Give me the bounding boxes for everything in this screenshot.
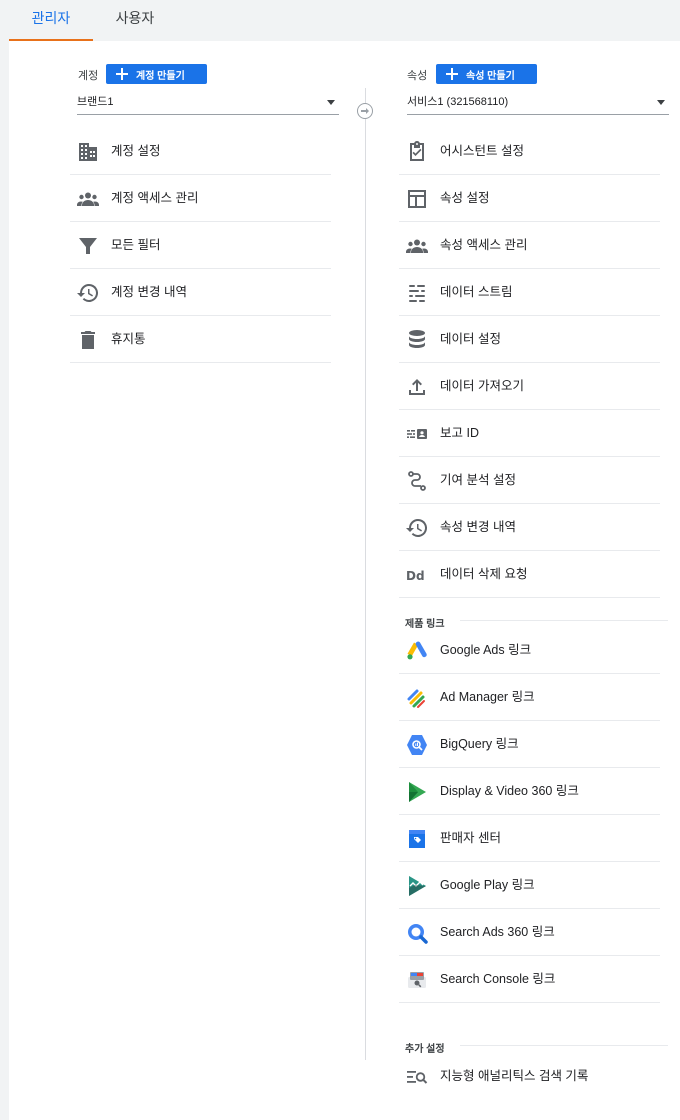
property-change-history-label: 속성 변경 내역 xyxy=(440,520,516,534)
merchant-center-link-label: 판매자 센터 xyxy=(440,831,501,845)
attribution-icon xyxy=(405,469,429,493)
search-history-label: 지능형 애널리틱스 검색 기록 xyxy=(440,1069,589,1083)
merchant-center-link-item[interactable]: 판매자 센터 xyxy=(399,815,660,862)
property-settings-label: 속성 설정 xyxy=(440,191,490,205)
streams-icon xyxy=(405,281,429,305)
display-video-360-icon xyxy=(405,780,429,804)
data-streams-item[interactable]: 데이터 스트림 xyxy=(399,269,660,316)
display-video-360-link-label: Display & Video 360 링크 xyxy=(440,784,579,798)
search-console-icon xyxy=(405,968,429,992)
account-column-label: 계정 xyxy=(78,70,99,82)
display-video-360-link-item[interactable]: Display & Video 360 링크 xyxy=(399,768,660,815)
search-ads-360-icon xyxy=(405,921,429,945)
data-settings-label: 데이터 설정 xyxy=(440,332,501,346)
reporting-id-item[interactable]: 보고 ID xyxy=(399,410,660,457)
tab-admin[interactable]: 관리자 xyxy=(9,0,93,41)
data-deletion-icon: Dd xyxy=(405,563,429,587)
bigquery-icon xyxy=(405,733,429,757)
google-play-icon xyxy=(405,874,429,898)
tab-user[interactable]: 사용자 xyxy=(93,0,177,41)
google-play-link-label: Google Play 링크 xyxy=(440,878,535,892)
merchant-center-icon xyxy=(405,827,429,851)
people-icon xyxy=(405,234,429,258)
create-property-label: 속성 만들기 xyxy=(466,70,515,82)
search-console-link-label: Search Console 링크 xyxy=(440,972,556,986)
google-ads-link-label: Google Ads 링크 xyxy=(440,643,532,657)
section-divider xyxy=(460,620,668,621)
attribution-settings-label: 기여 분석 설정 xyxy=(440,473,516,487)
account-access-item[interactable]: 계정 액세스 관리 xyxy=(70,175,331,222)
google-play-link-item[interactable]: Google Play 링크 xyxy=(399,862,660,909)
property-selected-value: 서비스1 (321568110) xyxy=(407,96,509,108)
dropdown-caret-icon xyxy=(327,100,335,105)
data-import-item[interactable]: 데이터 가져오기 xyxy=(399,363,660,410)
account-change-history-label: 계정 변경 내역 xyxy=(111,285,187,299)
search-history-item[interactable]: 지능형 애널리틱스 검색 기록 xyxy=(399,1053,660,1100)
upload-icon xyxy=(405,375,429,399)
create-account-button[interactable]: 계정 만들기 xyxy=(106,64,207,84)
account-settings-item[interactable]: 계정 설정 xyxy=(70,128,331,175)
ad-manager-link-item[interactable]: Ad Manager 링크 xyxy=(399,674,660,721)
data-streams-label: 데이터 스트림 xyxy=(440,285,513,299)
data-import-label: 데이터 가져오기 xyxy=(440,379,524,393)
account-selector[interactable]: 브랜드1 xyxy=(77,91,339,115)
all-filters-label: 모든 필터 xyxy=(111,238,161,252)
data-deletion-item[interactable]: Dd 데이터 삭제 요청 xyxy=(399,551,660,598)
search-console-link-item[interactable]: Search Console 링크 xyxy=(399,956,660,1003)
reporting-id-label: 보고 ID xyxy=(440,426,479,440)
assistant-settings-label: 어시스턴트 설정 xyxy=(440,144,524,158)
plus-icon xyxy=(446,68,458,80)
all-filters-item[interactable]: 모든 필터 xyxy=(70,222,331,269)
building-icon xyxy=(76,140,100,164)
property-access-item[interactable]: 속성 액세스 관리 xyxy=(399,222,660,269)
plus-icon xyxy=(116,68,128,80)
data-settings-item[interactable]: 데이터 설정 xyxy=(399,316,660,363)
account-settings-label: 계정 설정 xyxy=(111,144,161,158)
search-ads-360-link-item[interactable]: Search Ads 360 링크 xyxy=(399,909,660,956)
section-divider xyxy=(460,1045,668,1046)
attribution-settings-item[interactable]: 기여 분석 설정 xyxy=(399,457,660,504)
create-account-label: 계정 만들기 xyxy=(136,70,185,82)
history-icon xyxy=(76,281,100,305)
property-selector[interactable]: 서비스1 (321568110) xyxy=(407,91,669,115)
account-selected-value: 브랜드1 xyxy=(77,96,114,108)
ad-manager-icon xyxy=(405,686,429,710)
bigquery-link-label: BigQuery 링크 xyxy=(440,737,519,751)
trash-icon xyxy=(76,328,100,352)
arrow-right-icon xyxy=(357,103,373,119)
reporting-id-icon xyxy=(405,422,429,446)
create-property-button[interactable]: 속성 만들기 xyxy=(436,64,537,84)
layout-icon xyxy=(405,187,429,211)
people-icon xyxy=(76,187,100,211)
trash-label: 휴지통 xyxy=(111,332,146,346)
assistant-settings-item[interactable]: 어시스턴트 설정 xyxy=(399,128,660,175)
trash-item[interactable]: 휴지통 xyxy=(70,316,331,363)
property-column-label: 속성 xyxy=(407,70,428,82)
top-tabs: 관리자 사용자 xyxy=(0,0,680,41)
property-settings-item[interactable]: 속성 설정 xyxy=(399,175,660,222)
history-icon xyxy=(405,516,429,540)
search-ads-360-link-label: Search Ads 360 링크 xyxy=(440,925,555,939)
bigquery-link-item[interactable]: BigQuery 링크 xyxy=(399,721,660,768)
search-history-icon xyxy=(405,1065,429,1089)
google-ads-icon xyxy=(405,639,429,663)
account-change-history-item[interactable]: 계정 변경 내역 xyxy=(70,269,331,316)
database-icon xyxy=(405,328,429,352)
dropdown-caret-icon xyxy=(657,100,665,105)
google-ads-link-item[interactable]: Google Ads 링크 xyxy=(399,627,660,674)
column-divider xyxy=(365,88,366,1060)
data-deletion-label: 데이터 삭제 요청 xyxy=(440,567,528,581)
property-change-history-item[interactable]: 속성 변경 내역 xyxy=(399,504,660,551)
property-access-label: 속성 액세스 관리 xyxy=(440,238,528,252)
svg-text:Dd: Dd xyxy=(406,569,425,583)
account-access-label: 계정 액세스 관리 xyxy=(111,191,199,205)
filter-icon xyxy=(76,234,100,258)
clipboard-check-icon xyxy=(405,140,429,164)
ad-manager-link-label: Ad Manager 링크 xyxy=(440,690,535,704)
